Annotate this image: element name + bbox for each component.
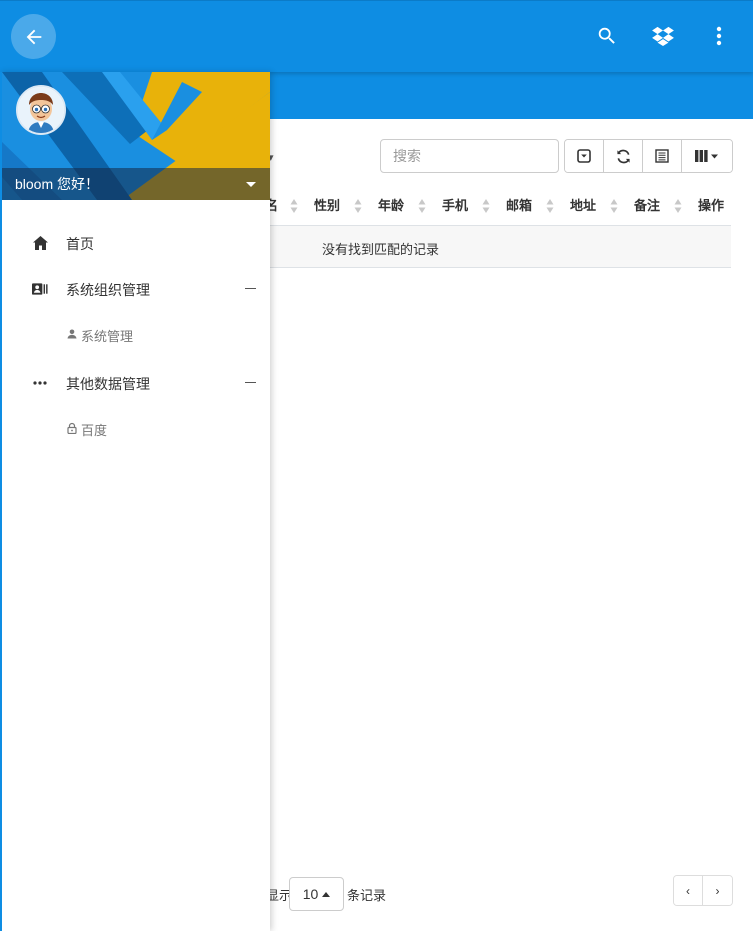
refresh-button[interactable]	[604, 140, 643, 172]
sort-icon[interactable]	[418, 198, 426, 214]
lock-icon	[67, 422, 77, 434]
toggle-icon	[577, 149, 591, 163]
page-size-value: 10	[302, 886, 319, 902]
columns-icon	[695, 150, 718, 162]
column-header-address[interactable]: 地址	[570, 186, 596, 226]
page-size-select[interactable]: 10	[289, 877, 344, 911]
more-button[interactable]	[706, 23, 732, 49]
sort-icon[interactable]	[546, 198, 554, 214]
export-button[interactable]	[643, 140, 682, 172]
column-header-phone[interactable]: 手机	[442, 186, 468, 226]
search-input[interactable]	[380, 139, 559, 173]
user-greeting: bloom 您好！	[15, 176, 100, 192]
sort-icon[interactable]	[674, 198, 682, 214]
arrow-left-icon	[26, 29, 41, 44]
user-avatar-icon	[18, 87, 64, 133]
menu-item-org-management[interactable]: 系统组织管理	[2, 267, 270, 311]
column-header-age[interactable]: 年龄	[378, 186, 404, 226]
collapse-icon[interactable]	[245, 288, 256, 289]
back-button[interactable]	[11, 14, 56, 59]
export-icon	[655, 149, 669, 163]
sort-icon[interactable]	[610, 198, 618, 214]
person-icon	[67, 329, 77, 339]
dropbox-icon	[652, 26, 674, 46]
submenu-item-label: 系统管理	[81, 329, 134, 344]
sort-icon[interactable]	[482, 198, 490, 214]
more-vertical-icon	[716, 26, 722, 46]
sort-icon[interactable]	[354, 198, 362, 214]
menu-item-label: 其他数据管理	[66, 376, 150, 392]
empty-message: 没有找到匹配的记录	[322, 242, 440, 257]
column-header-remark[interactable]: 备注	[634, 186, 660, 226]
column-header-actions: 操作	[698, 198, 725, 213]
search-icon	[598, 27, 615, 44]
submenu-item-label: 百度	[81, 423, 108, 438]
pagination-suffix: 条记录	[347, 888, 387, 903]
toggle-button[interactable]	[565, 140, 604, 172]
submenu-item-system-management[interactable]: 系统管理	[2, 315, 270, 355]
column-header-email[interactable]: 邮箱	[506, 186, 532, 226]
navigation-drawer: bloom 您好！ 首页 系统组织管理 系统管理 其他数据管理 百度	[0, 72, 270, 931]
menu-item-label: 系统组织管理	[66, 282, 150, 298]
caret-up-icon	[322, 891, 331, 897]
columns-button[interactable]	[682, 140, 732, 172]
collapse-icon[interactable]	[245, 382, 256, 383]
menu-item-label: 首页	[66, 236, 94, 252]
dropbox-button[interactable]	[650, 23, 676, 49]
menu-item-home[interactable]: 首页	[2, 221, 270, 265]
table-toolbar	[564, 139, 733, 173]
next-page-button[interactable]: ›	[703, 876, 732, 905]
submenu-item-baidu[interactable]: 百度	[2, 409, 270, 449]
app-bar	[0, 0, 753, 72]
pagination: ‹ ›	[673, 875, 733, 906]
home-icon	[32, 235, 48, 251]
contacts-icon	[32, 281, 48, 297]
user-menu-toggle[interactable]: bloom 您好！	[2, 168, 270, 200]
refresh-icon	[616, 149, 630, 163]
search-button[interactable]	[594, 23, 620, 49]
prev-page-button[interactable]: ‹	[674, 876, 703, 905]
avatar[interactable]	[16, 85, 66, 135]
caret-down-icon	[246, 181, 256, 187]
column-header-gender[interactable]: 性别	[314, 186, 340, 226]
menu-item-other-data[interactable]: 其他数据管理	[2, 361, 270, 405]
drawer-header: bloom 您好！	[2, 72, 270, 200]
more-horizontal-icon	[32, 375, 48, 391]
sort-icon[interactable]	[290, 198, 298, 214]
